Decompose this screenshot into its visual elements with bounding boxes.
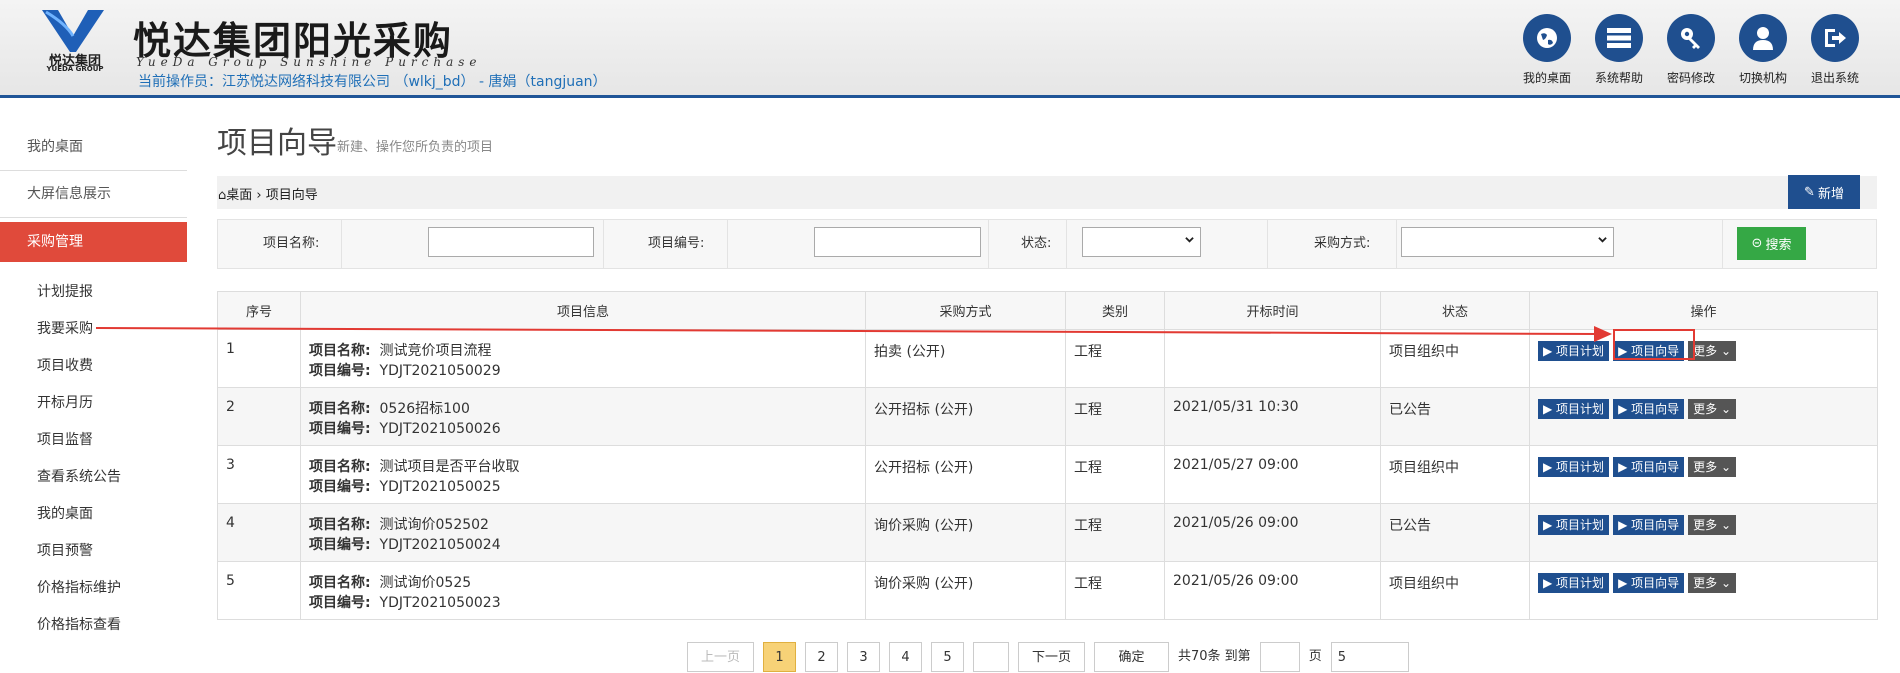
prev-page-button[interactable]: 上一页 xyxy=(687,642,754,672)
page-button-blank[interactable] xyxy=(973,642,1009,672)
pagination: 上一页 1 2 3 4 5 下一页 确定 共70条 到第 页 5 xyxy=(687,642,1409,672)
page-button-2[interactable]: 2 xyxy=(805,642,838,672)
total-count: 共70条 到第 xyxy=(1178,649,1251,664)
annotation-arrow xyxy=(95,326,1612,342)
next-page-button[interactable]: 下一页 xyxy=(1018,642,1085,672)
page-size-select[interactable]: 5 xyxy=(1330,642,1409,672)
page-button-5[interactable]: 5 xyxy=(931,642,964,672)
page-unit: 页 xyxy=(1308,649,1322,664)
page-button-4[interactable]: 4 xyxy=(889,642,922,672)
page-button-1[interactable]: 1 xyxy=(763,642,796,672)
page-button-3[interactable]: 3 xyxy=(847,642,880,672)
goto-page-input[interactable] xyxy=(1259,642,1300,672)
page-size-value: 5 xyxy=(1337,650,1346,665)
confirm-button[interactable]: 确定 xyxy=(1094,642,1169,672)
